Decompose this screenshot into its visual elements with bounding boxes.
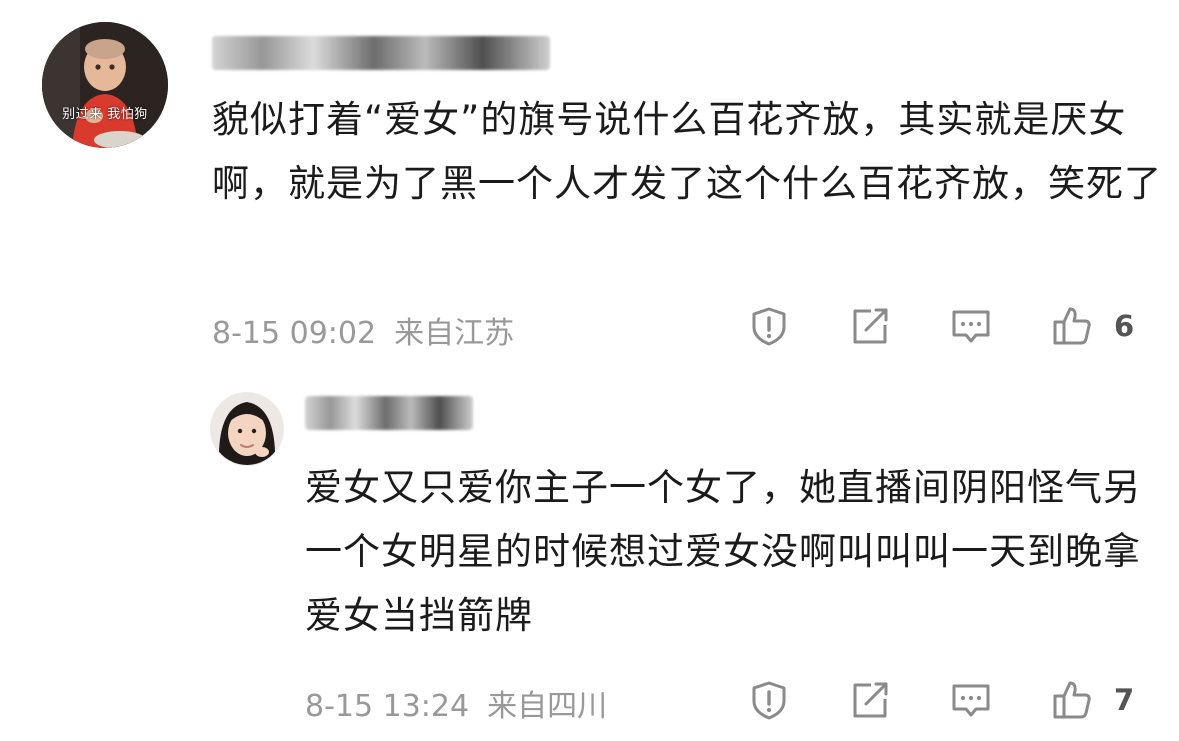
comment-button[interactable] [947, 676, 995, 724]
username-blurred[interactable] [212, 36, 550, 70]
commenter-avatar[interactable]: 别过来 我怕狗 [42, 22, 168, 148]
report-icon [752, 307, 786, 346]
comment-button[interactable] [947, 302, 995, 350]
comment-meta: 8-15 13:24 来自四川 [305, 681, 607, 725]
like-count: 7 [1114, 683, 1135, 717]
reply-commenter-avatar[interactable] [210, 392, 284, 466]
report-button[interactable] [745, 676, 793, 724]
thumbs-up-icon [1053, 307, 1091, 345]
report-button[interactable] [745, 302, 793, 350]
comment-icon [952, 310, 990, 343]
thumbs-up-icon [1053, 681, 1091, 719]
repost-icon [853, 308, 888, 344]
comment-date: 8-15 13:24 [305, 689, 470, 724]
username-blurred[interactable] [305, 396, 473, 430]
avatar-photo [42, 22, 168, 148]
comment-icon [952, 684, 990, 717]
avatar-caption: 别过来 我怕狗 [62, 107, 148, 122]
avatar-photo [211, 393, 283, 465]
repost-button[interactable] [846, 676, 894, 724]
comment-date: 8-15 09:02 [212, 316, 377, 351]
repost-button[interactable] [846, 302, 894, 350]
comment-location: 来自江苏 [394, 316, 515, 351]
comment-text: 貌似打着“爱女”的旗号说什么百花齐放，其实就是厌女啊，就是为了黑一个人才发了这个… [212, 98, 1162, 205]
like-button[interactable] [1048, 676, 1096, 724]
like-count: 6 [1114, 309, 1135, 343]
comment-meta: 8-15 09:02 来自江苏 [212, 308, 514, 352]
comment-location: 来自四川 [487, 689, 608, 724]
repost-icon [853, 682, 888, 718]
report-icon [752, 681, 786, 720]
like-button[interactable] [1048, 302, 1096, 350]
reply-text: 爱女又只爱你主子一个女了，她直播间阴阳怪气另一个女明星的时候想过爱女没啊叫叫叫一… [305, 466, 1141, 637]
